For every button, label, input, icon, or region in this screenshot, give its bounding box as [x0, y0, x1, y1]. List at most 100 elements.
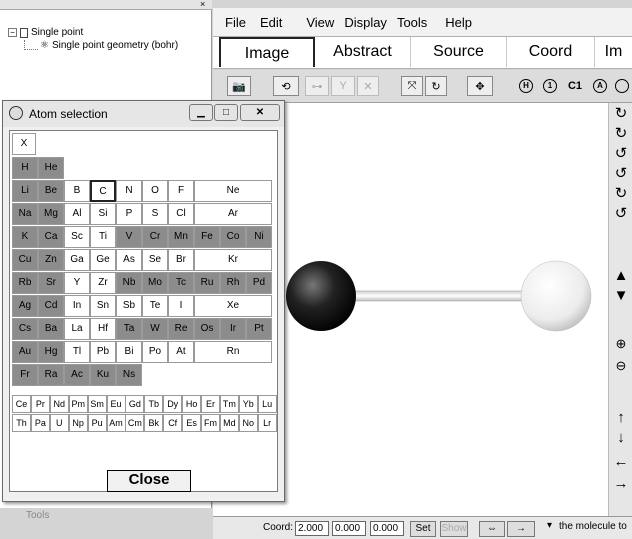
element-ra-button[interactable]: Ra	[38, 364, 64, 386]
reset-view-icon[interactable]: ↻	[425, 76, 447, 96]
element-pu-button[interactable]: Pu	[87, 414, 107, 432]
element-tl-button[interactable]: Tl	[64, 341, 90, 363]
element-la-button[interactable]: La	[64, 318, 90, 340]
element-sm-button[interactable]: Sm	[87, 395, 107, 413]
element-fm-button[interactable]: Fm	[201, 414, 220, 432]
atom-hydrogen[interactable]	[520, 260, 592, 332]
element-cd-button[interactable]: Cd	[38, 295, 64, 317]
element-i-button[interactable]: I	[168, 295, 194, 317]
tab-abstract[interactable]: Abstract	[315, 37, 411, 67]
element-sn-button[interactable]: Sn	[90, 295, 116, 317]
rotate-reverse-icon[interactable]: ↺	[612, 165, 630, 183]
element-se-button[interactable]: Se	[142, 249, 168, 271]
center-icon[interactable]: ✥	[467, 76, 493, 96]
coord-y-field[interactable]: 0.000	[332, 521, 366, 536]
dialog-titlebar[interactable]: Atom selection ▁ □ ✕	[3, 101, 284, 127]
element-pr-button[interactable]: Pr	[30, 395, 50, 413]
number-toggle-icon[interactable]: 1	[539, 76, 561, 96]
element-nb-button[interactable]: Nb	[116, 272, 142, 294]
element-pa-button[interactable]: Pa	[30, 414, 50, 432]
element-cl-button[interactable]: Cl	[168, 203, 194, 225]
label-toggle-icon[interactable]: A	[589, 76, 611, 96]
element-hg-button[interactable]: Hg	[38, 341, 64, 363]
element-es-button[interactable]: Es	[182, 414, 202, 432]
element-br-button[interactable]: Br	[168, 249, 194, 271]
element-li-button[interactable]: Li	[12, 180, 38, 202]
element-zn-button[interactable]: Zn	[38, 249, 64, 271]
element-mg-button[interactable]: Mg	[38, 203, 64, 225]
element-mo-button[interactable]: Mo	[142, 272, 168, 294]
element-cu-button[interactable]: Cu	[12, 249, 38, 271]
element-po-button[interactable]: Po	[142, 341, 168, 363]
close-button[interactable]: Close	[107, 470, 191, 492]
coord-x-field[interactable]: 2.000	[295, 521, 329, 536]
element-tb-button[interactable]: Tb	[144, 395, 164, 413]
element-ti-button[interactable]: Ti	[90, 226, 116, 248]
minimize-icon[interactable]: ▁	[189, 104, 213, 121]
element-k-button[interactable]: K	[12, 226, 38, 248]
element-na-button[interactable]: Na	[12, 203, 38, 225]
element-he-button[interactable]: He	[38, 157, 64, 179]
element-yb-button[interactable]: Yb	[238, 395, 258, 413]
element-ca-button[interactable]: Ca	[38, 226, 64, 248]
element-cm-button[interactable]: Cm	[125, 414, 145, 432]
element-rh-button[interactable]: Rh	[220, 272, 246, 294]
element-am-button[interactable]: Am	[106, 414, 126, 432]
circle-toggle-icon[interactable]	[613, 76, 631, 96]
element-th-button[interactable]: Th	[12, 414, 31, 432]
element-ge-button[interactable]: Ge	[90, 249, 116, 271]
element-cr-button[interactable]: Cr	[142, 226, 168, 248]
camera-icon[interactable]: 📷	[227, 76, 251, 96]
element-sb-button[interactable]: Sb	[116, 295, 142, 317]
element-ne-button[interactable]: Ne	[194, 180, 272, 202]
dropdown-icon[interactable]: ▾	[547, 520, 552, 531]
element-in-button[interactable]: In	[64, 295, 90, 317]
element-ru-button[interactable]: Ru	[194, 272, 220, 294]
tree-node-geometry[interactable]: ⚛ Single point geometry (bohr)	[40, 40, 178, 51]
clear-selection-button[interactable]: X	[12, 133, 36, 155]
element-ac-button[interactable]: Ac	[64, 364, 90, 386]
close-icon[interactable]: ✕	[240, 104, 280, 121]
element-nd-button[interactable]: Nd	[49, 395, 69, 413]
element-lr-button[interactable]: Lr	[257, 414, 277, 432]
element-v-button[interactable]: V	[116, 226, 142, 248]
element-h-button[interactable]: H	[12, 157, 38, 179]
menu-edit[interactable]: Edit	[260, 15, 282, 30]
element-hf-button[interactable]: Hf	[90, 318, 116, 340]
element-b-button[interactable]: B	[64, 180, 90, 202]
element-ar-button[interactable]: Ar	[194, 203, 272, 225]
set-button[interactable]: Set	[410, 521, 436, 537]
coord-z-field[interactable]: 0.000	[370, 521, 404, 536]
move-down-icon[interactable]: ↓	[612, 429, 630, 447]
element-ga-button[interactable]: Ga	[64, 249, 90, 271]
move-right-icon[interactable]: →	[612, 475, 630, 493]
rotate-z-icon[interactable]: ↺	[612, 145, 630, 163]
element-w-button[interactable]: W	[142, 318, 168, 340]
element-o-button[interactable]: O	[142, 180, 168, 202]
element-tm-button[interactable]: Tm	[219, 395, 239, 413]
element-xe-button[interactable]: Xe	[194, 295, 272, 317]
menu-tools[interactable]: Tools	[397, 15, 427, 30]
rotate-y-icon[interactable]: ↻	[612, 125, 630, 143]
element-os-button[interactable]: Os	[194, 318, 220, 340]
element-bi-button[interactable]: Bi	[116, 341, 142, 363]
fit-view-icon[interactable]: ⤧	[401, 76, 423, 96]
rotate-mode-icon[interactable]: ⟲	[273, 76, 299, 96]
element-rn-button[interactable]: Rn	[194, 341, 272, 363]
element-lu-button[interactable]: Lu	[257, 395, 277, 413]
menu-view[interactable]: View	[306, 15, 334, 30]
tree-close-icon[interactable]: ×	[200, 0, 205, 9]
element-ta-button[interactable]: Ta	[116, 318, 142, 340]
show-button[interactable]: Show	[440, 521, 468, 537]
element-ir-button[interactable]: Ir	[220, 318, 246, 340]
element-ce-button[interactable]: Ce	[12, 395, 31, 413]
rotate-c-icon[interactable]: ↻	[612, 185, 630, 203]
arrow-right-icon[interactable]: →	[507, 521, 535, 537]
element-tc-button[interactable]: Tc	[168, 272, 194, 294]
element-er-button[interactable]: Er	[201, 395, 220, 413]
bond-add-icon[interactable]: ⊶	[305, 76, 329, 96]
bond-angle-icon[interactable]: Y	[331, 76, 355, 96]
rotate-x-icon[interactable]: ↻	[612, 105, 630, 123]
move-left-icon[interactable]: ←	[612, 453, 630, 471]
element-ni-button[interactable]: Ni	[246, 226, 272, 248]
